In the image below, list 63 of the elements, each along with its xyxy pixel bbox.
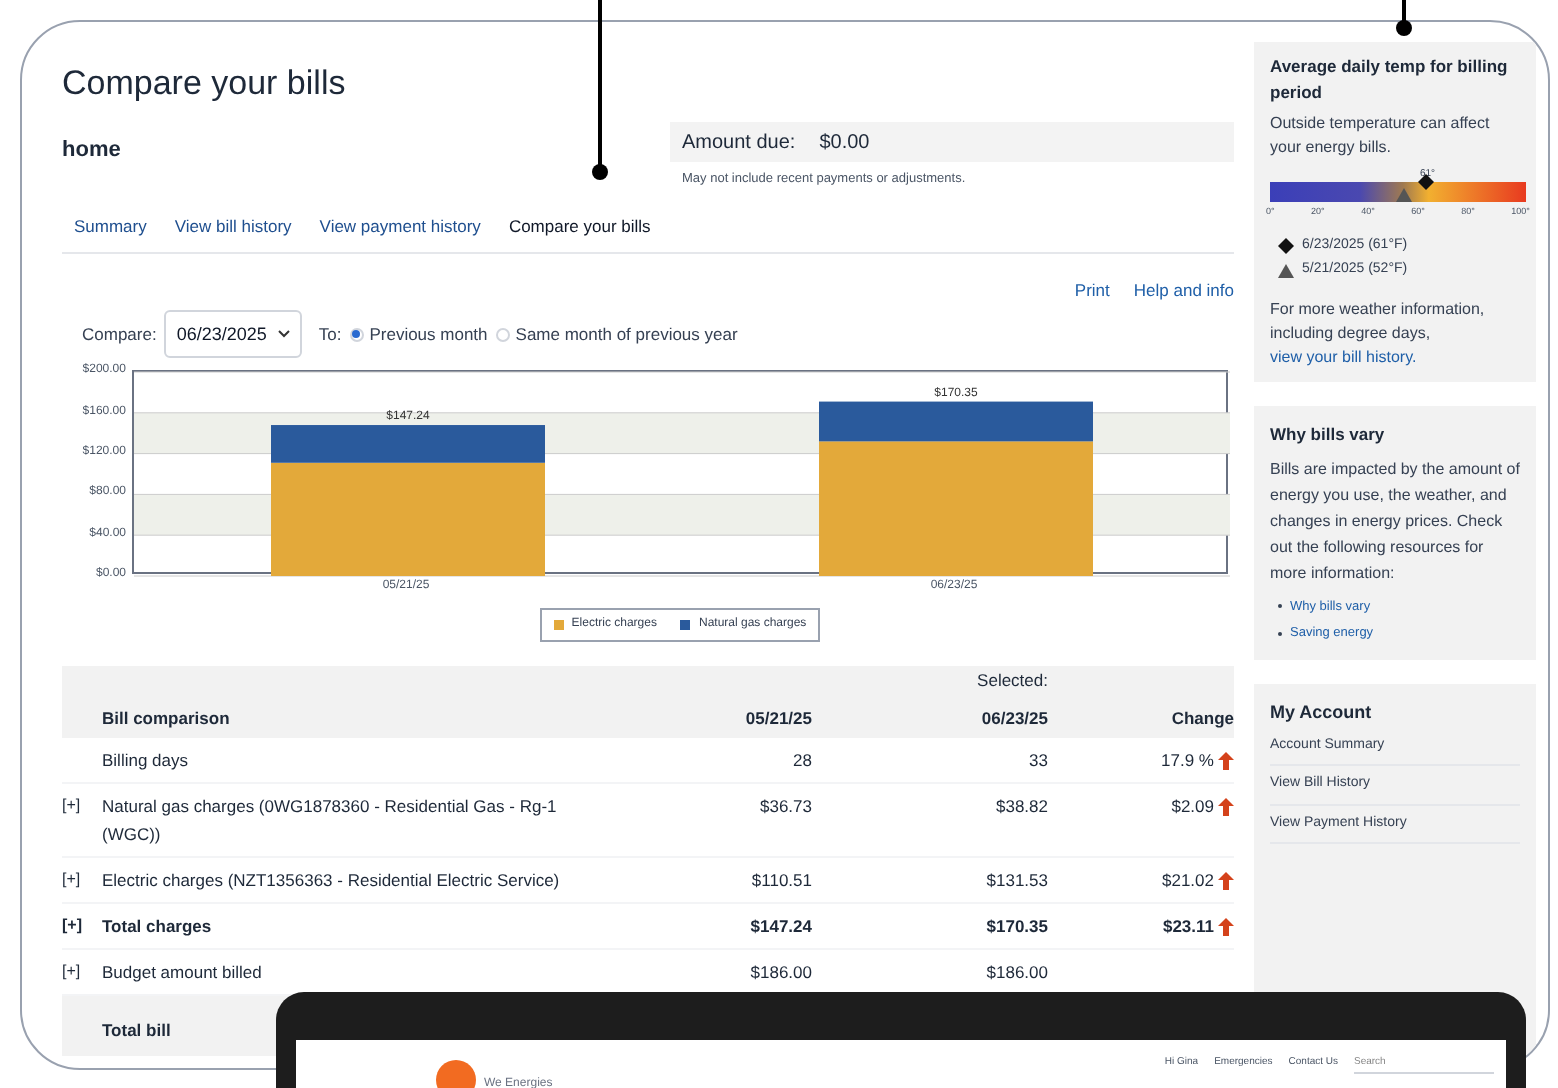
compare-label: Compare: (82, 321, 157, 348)
table-cell-text: $36.73 (758, 794, 812, 821)
column-header: Change (1169, 705, 1234, 731)
column-header: Bill comparison (100, 705, 232, 731)
amount-value: $0.00 (819, 129, 870, 157)
table-cell-text: 17.9 % (1161, 748, 1214, 775)
radio-button[interactable] (349, 327, 364, 342)
tab[interactable]: View payment history (319, 213, 481, 239)
up-arrow-icon (1218, 871, 1234, 890)
link[interactable]: Print (1074, 277, 1110, 303)
amount-label: Amount due: (682, 129, 796, 157)
radio-label: Same month of previous year (515, 321, 738, 348)
table-cell-text: $2.09 (1171, 794, 1214, 821)
expand-toggle[interactable]: [+] (62, 914, 82, 939)
table-cell-text: $186.00 (748, 960, 812, 987)
footer-label: Total bill (102, 1020, 171, 1041)
table-cell-text: Billing days (102, 748, 190, 775)
expand-toggle[interactable]: [+] (62, 868, 81, 893)
table-cell-text: $186.00 (984, 960, 1048, 987)
table-cell-text: 33 (1027, 748, 1048, 775)
column-header: 05/21/25 (743, 705, 812, 731)
table-cell-text: $21.02 (1162, 868, 1214, 895)
panel-text: For more weather information, including degree days, view your bill history. (1270, 297, 1487, 370)
table-cell-text: $23.11 (1162, 914, 1214, 941)
bill-history-link[interactable]: view your bill history. (1270, 347, 1417, 366)
panel-title: Why bills vary (1270, 421, 1387, 447)
legend-swatch (553, 620, 564, 631)
column-header: 06/23/25 (981, 705, 1048, 731)
up-arrow-icon (1218, 751, 1234, 770)
table-cell-text: Budget amount billed (102, 960, 264, 987)
link[interactable]: Help and info (1133, 277, 1234, 303)
panel-text: Outside temperature can affect your energy bills. (1270, 111, 1492, 159)
table-cell-text: $110.51 (749, 868, 812, 895)
radio-button[interactable] (495, 327, 510, 342)
table-cell-text: Total charges (102, 914, 214, 941)
triangle-icon (1278, 264, 1294, 278)
table-cell-text: 28 (791, 748, 812, 775)
diamond-icon (1278, 238, 1294, 254)
logo-icon (436, 1060, 476, 1088)
table-cell-text: $38.82 (994, 794, 1048, 821)
table-cell-text: Natural gas charges (0WG1878360 - Residential Gas - Rg-1 (WGC)) (102, 794, 559, 849)
table-cell-text: Electric charges (NZT1356363 - Residential Electric Service) (102, 868, 562, 895)
expand-toggle[interactable]: [+] (62, 794, 81, 819)
chevron-icon (278, 330, 291, 339)
tab[interactable]: Compare your bills (508, 213, 651, 239)
to-label: To: (318, 321, 342, 348)
tab[interactable]: View bill history (174, 213, 292, 239)
tab[interactable]: Summary (74, 213, 147, 239)
legend-swatch (680, 620, 691, 631)
expand-toggle[interactable]: [+] (62, 960, 81, 985)
table-cell-text: $147.24 (748, 914, 812, 941)
radio-label: Previous month (369, 321, 488, 348)
panel-text: Bills are impacted by the amount of energy you use, the weather, and changes in energy prices. Check out the following resources for more information: (1270, 457, 1520, 585)
panel-title: Average daily temp for billing period (1270, 54, 1510, 105)
up-arrow-icon (1218, 797, 1234, 816)
table-cell-text: $131.53 (984, 868, 1048, 895)
up-arrow-icon (1218, 917, 1234, 936)
account-name: home (62, 135, 123, 165)
page-title: Compare your bills (62, 62, 346, 106)
column-header: Selected: (977, 667, 1048, 693)
date-dropdown[interactable]: 06/23/2025 (164, 310, 303, 359)
table-cell-text: $170.35 (984, 914, 1048, 941)
panel-title: My Account (1270, 700, 1374, 726)
